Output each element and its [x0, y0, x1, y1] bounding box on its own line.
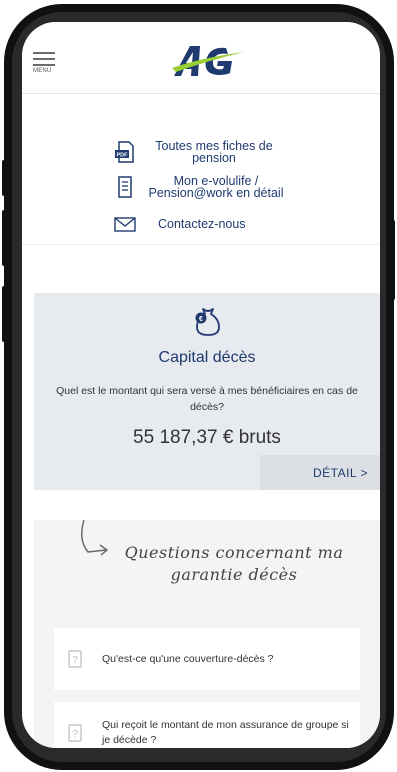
faq-question-item[interactable]: ? Qui reçoit le montant de mon assurance… [54, 702, 360, 748]
menu-icon [33, 52, 55, 54]
svg-text:?: ? [72, 729, 78, 740]
document-icon [118, 176, 132, 198]
side-button-top [2, 160, 6, 196]
capital-deces-description: Quel est le montant qui sera versé à mes… [56, 385, 358, 413]
detail-link[interactable]: DÉTAIL > [313, 466, 368, 480]
link-pension-sheets-label: Toutes mes fiches de pension [155, 139, 273, 165]
side-button-right [391, 220, 395, 300]
link-evolulife-detail-label: Mon e-volulife / Pension@work en détail [148, 174, 284, 200]
capital-deces-amount: 55 187,37 € bruts [133, 427, 281, 448]
link-contact-label: Contactez-nous [158, 217, 246, 231]
capital-deces-title: Capital décès [158, 349, 256, 366]
capital-deces-card: € Capital décès Quel est le montant qui … [34, 293, 380, 490]
faq-question-text: Qu'est-ce qu'une couverture-décès ? [102, 652, 274, 665]
envelope-icon [114, 217, 136, 232]
menu-icon-bar [33, 64, 55, 66]
app-header: MENU [22, 22, 380, 94]
document-icon: ? [68, 724, 82, 742]
faq-question-text: Qui reçoit le montant de mon assurance d… [102, 719, 349, 746]
faq-title: Questions concernant ma garantie décès [124, 543, 344, 584]
faq-question-item[interactable]: ? Qu'est-ce qu'une couverture-décès ? [54, 628, 360, 690]
pdf-icon: PDF [115, 141, 134, 163]
money-bag-icon: € [195, 308, 220, 336]
section-divider [22, 244, 380, 245]
link-contact[interactable]: Contactez-nous [114, 213, 246, 235]
side-button-middle [2, 210, 6, 266]
menu-label: MENU [33, 68, 52, 74]
svg-text:PDF: PDF [117, 153, 129, 159]
side-button-bottom [2, 286, 6, 342]
svg-text:€: € [199, 316, 203, 323]
svg-text:?: ? [72, 655, 78, 666]
phone-screen: MENU PDF Toutes mes fiches de pension Mo… [22, 22, 380, 748]
document-icon: ? [68, 650, 82, 668]
link-pension-sheets[interactable]: PDF Toutes mes fiches de pension [114, 140, 284, 164]
menu-button[interactable] [33, 52, 57, 78]
menu-icon-bar [33, 58, 55, 60]
faq-section: Questions concernant ma garantie décès ?… [34, 520, 380, 748]
link-evolulife-detail[interactable]: Mon e-volulife / Pension@work en détail [114, 175, 292, 199]
ag-logo[interactable] [170, 40, 248, 80]
